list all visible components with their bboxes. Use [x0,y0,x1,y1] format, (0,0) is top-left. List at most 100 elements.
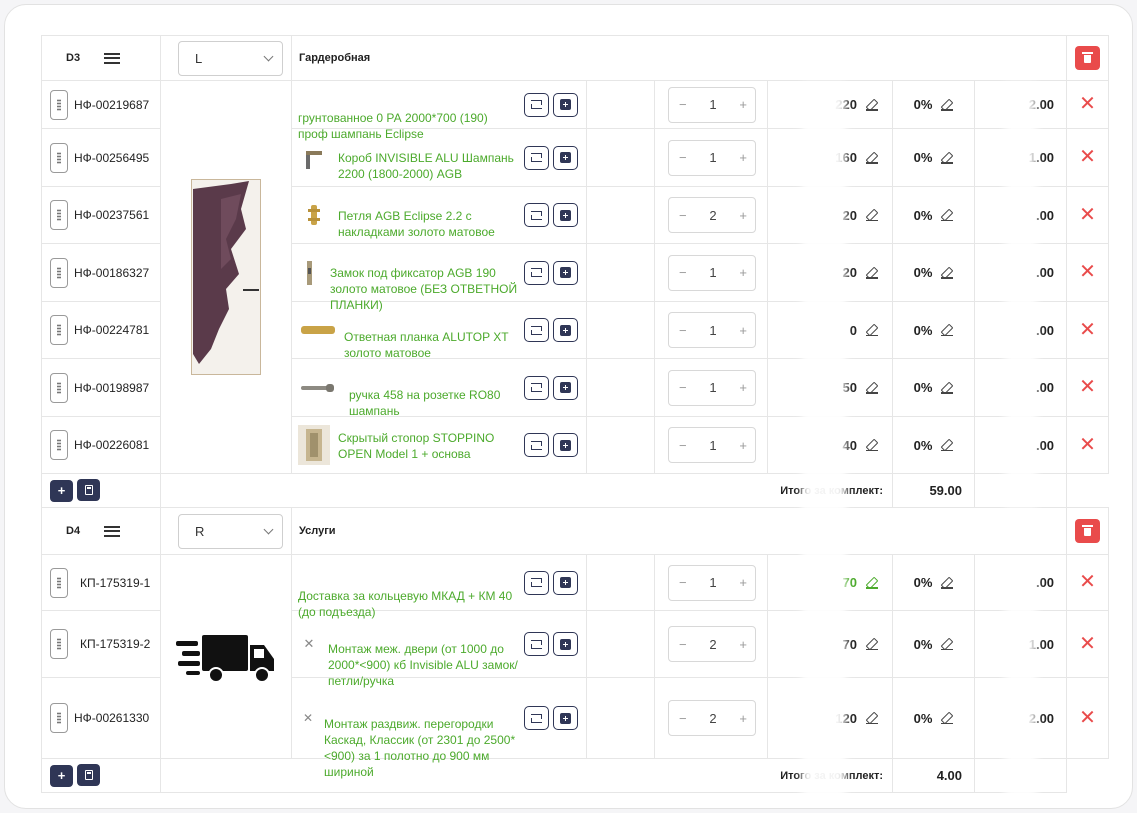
edit-discount-icon[interactable] [941,712,954,724]
edit-discount-icon[interactable] [941,209,954,221]
quantity-value[interactable]: 1 [709,323,716,338]
minus-button[interactable]: − [679,97,687,112]
replace-button[interactable] [524,92,549,117]
replace-button[interactable] [524,570,549,595]
item-name-link[interactable]: Петля AGB Eclipse 2.2 с накладками золот… [338,208,518,240]
drag-handle-icon[interactable] [50,257,68,288]
edit-price-icon[interactable] [866,382,878,394]
quantity-stepper[interactable]: − 2 + [668,626,756,662]
add-option-button[interactable] [553,632,578,656]
edit-discount-icon[interactable] [941,99,954,111]
side-select[interactable]: R [178,513,283,549]
plus-button[interactable]: + [739,150,747,165]
quantity-value[interactable]: 1 [709,150,716,165]
minus-button[interactable]: − [679,711,687,726]
edit-price-icon[interactable] [866,439,878,451]
plus-button[interactable]: + [739,323,747,338]
item-name-link[interactable]: ручка 458 на розетке RO80 шампань [349,387,519,419]
add-item-button[interactable]: + [50,479,73,502]
quantity-value[interactable]: 2 [709,637,716,652]
calculator-button[interactable] [77,479,100,502]
quantity-value[interactable]: 1 [709,380,716,395]
delete-row-icon[interactable]: ✕ [1079,147,1096,167]
add-option-button[interactable] [553,706,578,730]
quantity-value[interactable]: 1 [709,438,716,453]
quantity-stepper[interactable]: − 2 + [668,197,756,233]
drag-handle-icon[interactable] [50,430,68,460]
delete-row-icon[interactable]: ✕ [1079,435,1096,455]
minus-button[interactable]: − [679,150,687,165]
quantity-stepper[interactable]: − 1 + [668,369,756,406]
plus-button[interactable]: + [739,208,747,223]
edit-price-icon[interactable] [866,577,878,589]
replace-button[interactable] [524,145,549,170]
quantity-stepper[interactable]: − 2 + [668,700,756,736]
drag-handle-icon[interactable] [50,315,68,345]
delete-row-icon[interactable]: ✕ [1079,634,1096,654]
delete-row-icon[interactable]: ✕ [1079,320,1096,340]
plus-button[interactable]: + [739,575,747,590]
quantity-value[interactable]: 1 [709,265,716,280]
drag-handle-icon[interactable] [50,142,68,173]
edit-discount-icon[interactable] [941,152,954,164]
edit-discount-icon[interactable] [941,577,954,589]
add-item-button[interactable]: + [50,764,73,787]
minus-button[interactable]: − [679,575,687,590]
quantity-stepper[interactable]: − 1 + [668,254,756,291]
edit-discount-icon[interactable] [941,267,954,279]
delete-set-button[interactable] [1075,519,1101,543]
edit-price-icon[interactable] [866,324,878,336]
edit-price-icon[interactable] [866,152,878,164]
minus-button[interactable]: − [679,265,687,280]
plus-button[interactable]: + [739,380,747,395]
quantity-stepper[interactable]: − 1 + [668,139,756,176]
plus-button[interactable]: + [739,265,747,280]
add-option-button[interactable] [553,260,578,285]
plus-button[interactable]: + [739,97,747,112]
plus-button[interactable]: + [739,438,747,453]
delete-row-icon[interactable]: ✕ [1079,94,1096,114]
replace-button[interactable] [524,433,549,457]
edit-discount-icon[interactable] [941,324,954,336]
edit-discount-icon[interactable] [941,638,954,650]
replace-button[interactable] [524,203,549,227]
delete-row-icon[interactable]: ✕ [1079,572,1096,592]
drag-handle-icon[interactable] [50,89,68,120]
replace-button[interactable] [524,375,549,400]
quantity-stepper[interactable]: − 1 + [668,86,756,123]
delete-row-icon[interactable]: ✕ [1079,708,1096,728]
add-option-button[interactable] [553,433,578,457]
edit-discount-icon[interactable] [941,382,954,394]
drag-handle-icon[interactable] [50,629,68,659]
replace-button[interactable] [524,260,549,285]
add-option-button[interactable] [553,203,578,227]
add-option-button[interactable] [553,570,578,595]
item-name-link[interactable]: Короб INVISIBLE ALU Шампань 2200 (1800-2… [338,150,518,182]
plus-button[interactable]: + [739,637,747,652]
quantity-value[interactable]: 1 [709,97,716,112]
side-select[interactable]: L [178,40,283,76]
calculator-button[interactable] [77,764,100,787]
edit-price-icon[interactable] [866,209,878,221]
delete-set-button[interactable] [1075,46,1101,70]
add-option-button[interactable] [553,92,578,117]
minus-button[interactable]: − [679,637,687,652]
quantity-value[interactable]: 2 [709,208,716,223]
quantity-stepper[interactable]: − 1 + [668,427,756,463]
delete-row-icon[interactable]: ✕ [1079,205,1096,225]
edit-discount-icon[interactable] [941,439,954,451]
item-name-link[interactable]: Ответная планка ALUTOP XT золото матовое [344,329,519,361]
item-name-link[interactable]: Скрытый стопор STOPPINO OPEN Model 1 + о… [338,430,518,462]
quantity-stepper[interactable]: − 1 + [668,312,756,348]
minus-button[interactable]: − [679,208,687,223]
replace-button[interactable] [524,632,549,656]
drag-handle-icon[interactable] [50,567,68,598]
quantity-value[interactable]: 2 [709,711,716,726]
edit-price-icon[interactable] [866,638,878,650]
add-option-button[interactable] [553,375,578,400]
add-option-button[interactable] [553,145,578,170]
delete-row-icon[interactable]: ✕ [1079,262,1096,282]
edit-price-icon[interactable] [866,712,878,724]
quantity-value[interactable]: 1 [709,575,716,590]
edit-price-icon[interactable] [866,267,878,279]
